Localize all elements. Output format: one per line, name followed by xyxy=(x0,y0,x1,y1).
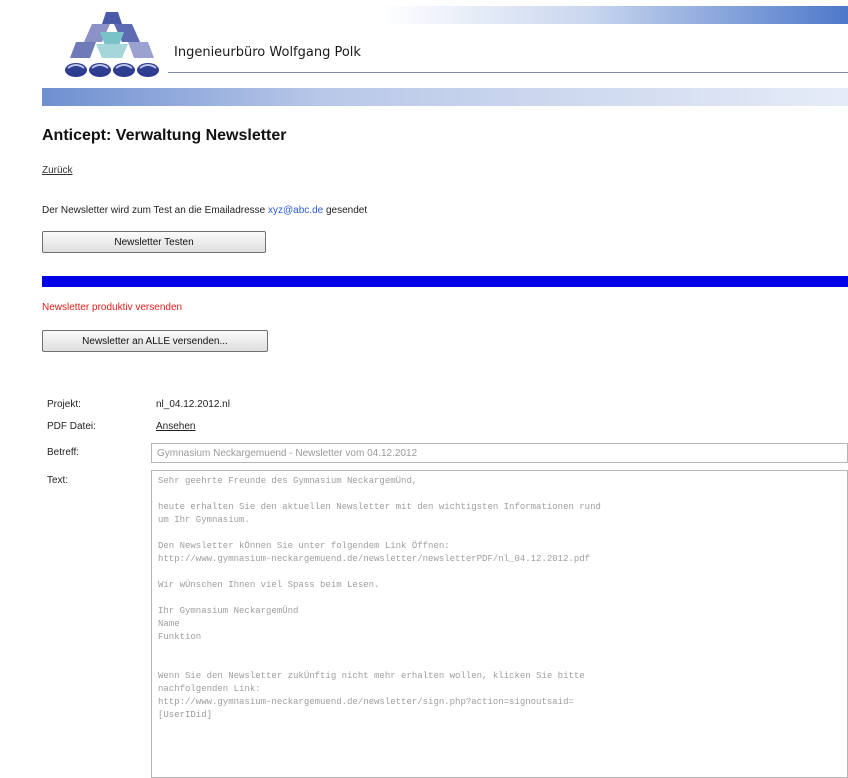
header-divider xyxy=(168,72,848,73)
company-logo-icon xyxy=(65,12,159,77)
production-send-warning: Newsletter produktiv versenden xyxy=(42,302,183,313)
pdf-view-link[interactable]: Ansehen xyxy=(156,421,195,432)
text-label: Text: xyxy=(47,475,69,486)
send-to-all-button[interactable]: Newsletter an ALLE versenden... xyxy=(42,330,268,352)
test-info-suffix: gesendet xyxy=(325,205,368,216)
header-bottom-gradient xyxy=(42,88,848,106)
header-top-gradient xyxy=(380,6,848,24)
page-title: Anticept: Verwaltung Newsletter xyxy=(42,127,287,144)
project-label: Projekt: xyxy=(47,399,81,410)
pdf-label: PDF Datei: xyxy=(47,421,96,432)
test-email-link[interactable]: xyz@abc.de xyxy=(268,205,323,216)
back-link[interactable]: Zurück xyxy=(42,165,73,176)
subject-input[interactable] xyxy=(151,443,848,463)
page-header: Ingenieurbüro Wolfgang Polk xyxy=(0,0,848,112)
test-info-text: Der Newsletter wird zum Test an die Emai… xyxy=(42,205,367,216)
company-name: Ingenieurbüro Wolfgang Polk xyxy=(174,45,361,60)
project-value: nl_04.12.2012.nl xyxy=(156,399,230,410)
newsletter-text-area[interactable]: Sehr geehrte Freunde des Gymnasium Necka… xyxy=(151,470,848,778)
section-divider-bar xyxy=(42,276,848,287)
test-newsletter-button[interactable]: Newsletter Testen xyxy=(42,231,266,253)
subject-label: Betreff: xyxy=(47,447,80,458)
test-info-prefix: Der Newsletter wird zum Test an die Emai… xyxy=(42,205,266,216)
